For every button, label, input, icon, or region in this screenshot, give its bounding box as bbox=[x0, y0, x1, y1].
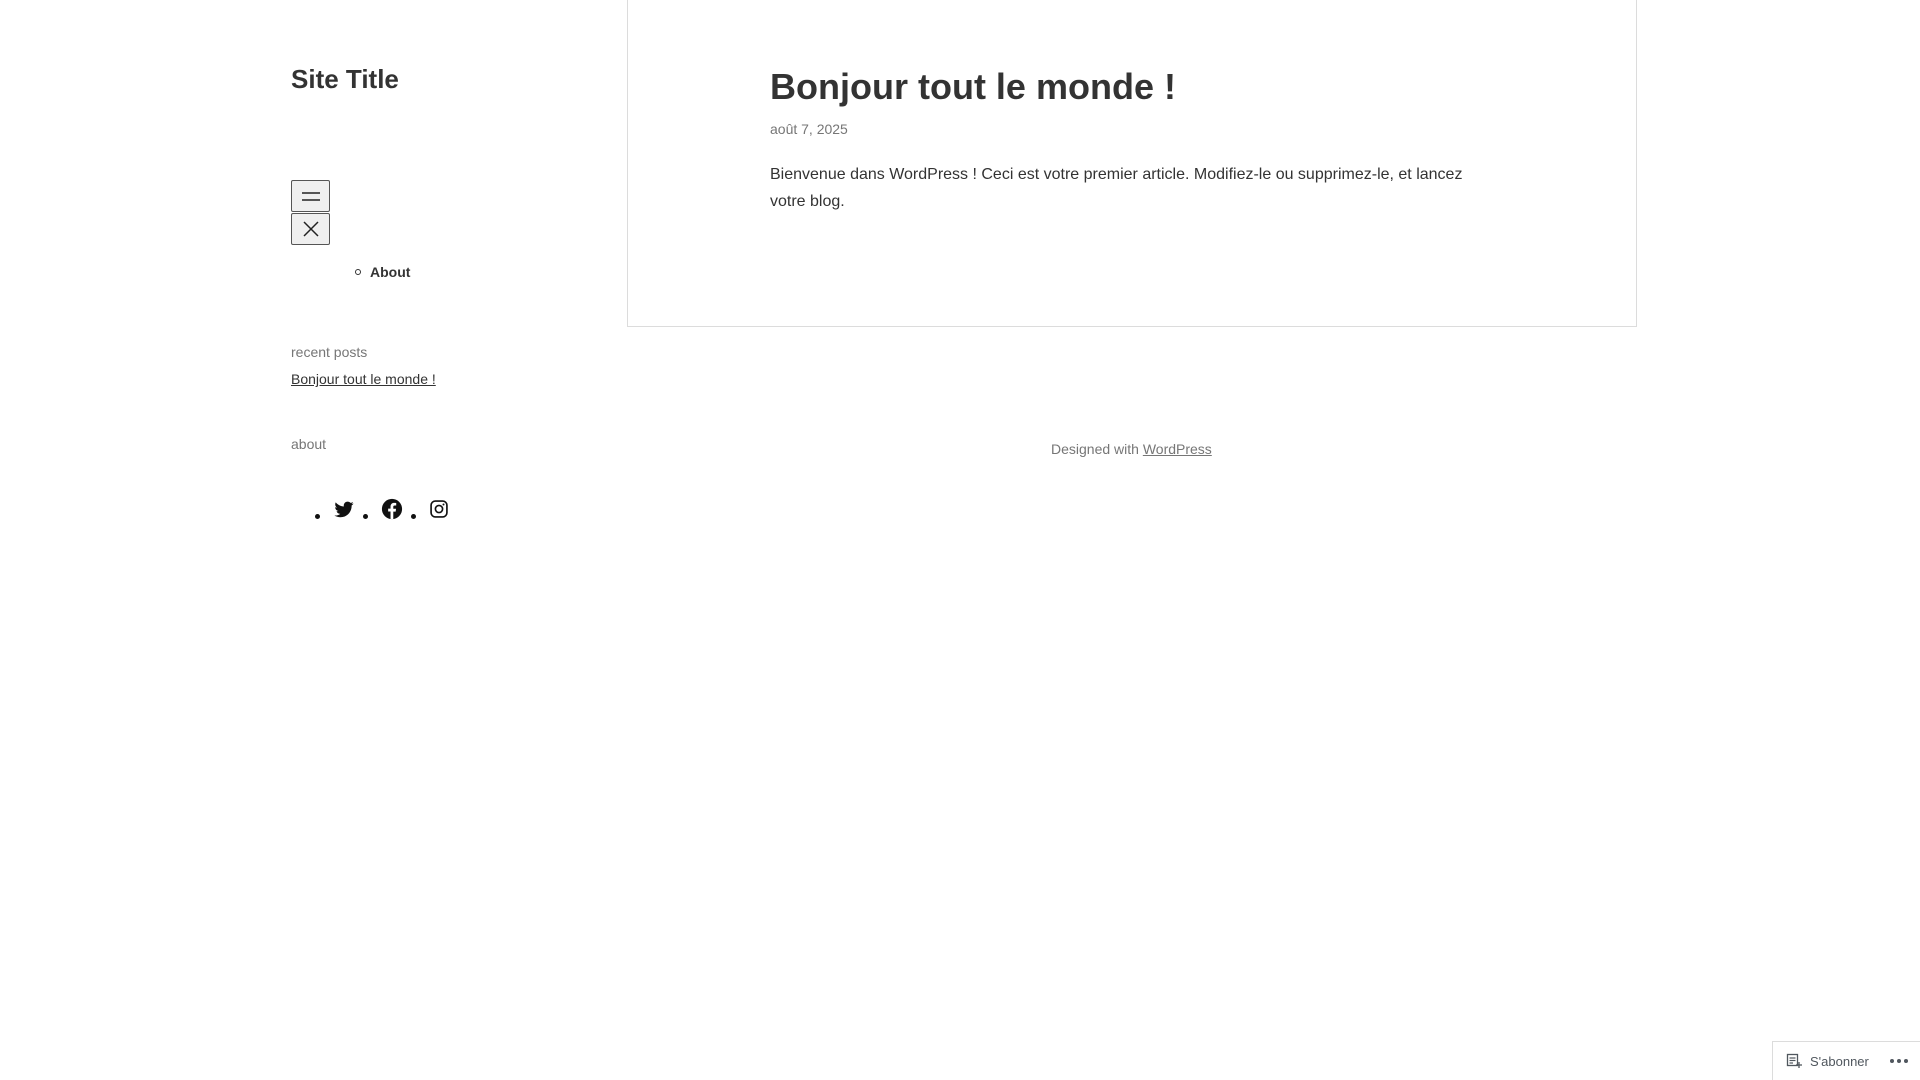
list-bullet bbox=[411, 513, 416, 519]
post-content: Bienvenue dans WordPress ! Ceci est votr… bbox=[770, 166, 1463, 210]
site-footer: Designed with WordPress bbox=[1051, 441, 1212, 457]
social-item-instagram bbox=[411, 499, 449, 519]
post-card: Bonjour tout le monde ! août 7, 2025 Bie… bbox=[627, 0, 1637, 327]
navigation-menu: About bbox=[355, 264, 410, 280]
footer-text: Designed with bbox=[1051, 441, 1143, 457]
social-item-twitter bbox=[315, 498, 355, 520]
reader-icon bbox=[1786, 1053, 1802, 1068]
post-title[interactable]: Bonjour tout le monde ! bbox=[770, 66, 1176, 108]
recent-posts-heading: recent posts bbox=[291, 344, 368, 360]
list-bullet bbox=[315, 513, 320, 519]
subscribe-bar: S'abonner bbox=[1772, 1041, 1920, 1080]
twitter-icon[interactable] bbox=[333, 498, 355, 520]
recent-post-link[interactable]: Bonjour tout le monde ! bbox=[291, 371, 436, 387]
wordpress-link[interactable]: WordPress bbox=[1143, 441, 1212, 457]
close-menu-button[interactable] bbox=[291, 213, 330, 245]
page: Site Title About recent posts Bonjour to… bbox=[0, 0, 1920, 1080]
open-menu-button[interactable] bbox=[291, 180, 330, 212]
menu-item-about[interactable]: About bbox=[355, 264, 410, 280]
instagram-icon[interactable] bbox=[429, 499, 449, 519]
about-heading: about bbox=[291, 436, 327, 452]
more-options-button[interactable] bbox=[1889, 1058, 1909, 1064]
list-bullet bbox=[363, 513, 368, 519]
subscribe-button[interactable]: S'abonner bbox=[1786, 1053, 1869, 1069]
social-links bbox=[315, 498, 457, 520]
close-icon bbox=[302, 221, 319, 237]
site-title[interactable]: Site Title bbox=[291, 64, 399, 95]
post-date[interactable]: août 7, 2025 bbox=[770, 121, 848, 137]
social-item-facebook bbox=[363, 498, 403, 520]
subscribe-label: S'abonner bbox=[1810, 1053, 1869, 1069]
hamburger-icon bbox=[301, 192, 320, 201]
ellipsis-icon bbox=[1889, 1059, 1908, 1063]
menu-item-label: About bbox=[370, 264, 411, 280]
bullet bbox=[355, 269, 361, 275]
facebook-icon[interactable] bbox=[381, 498, 403, 520]
